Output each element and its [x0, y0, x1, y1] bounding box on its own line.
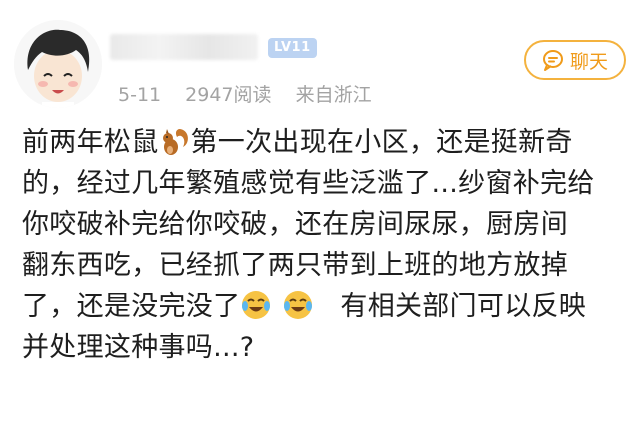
avatar[interactable]	[14, 20, 102, 108]
chat-label: 聊天	[569, 50, 608, 73]
content-text: 前两年松鼠	[22, 127, 159, 158]
content-line: 了，还是没完没了 有相关部门可以反映	[22, 286, 634, 327]
post-content: 前两年松鼠 第一次出现在小区，还是挺新奇 的，经过几年繁殖感觉有些泛滥了...纱…	[22, 122, 634, 368]
weibo-post: LV11 5-11 2947阅读 来自浙江 聊天 前两年松鼠 第一次出现在小区，…	[0, 0, 642, 423]
squirrel-emoji	[162, 129, 188, 155]
content-line: 你咬破补完给你咬破，还在房间尿尿，厨房间	[22, 209, 568, 240]
level-badge: LV11	[268, 38, 317, 58]
username-redacted[interactable]	[110, 34, 258, 60]
content-text: 第一次出现在小区，还是挺新奇	[190, 127, 573, 158]
post-meta: 5-11 2947阅读 来自浙江	[118, 80, 390, 107]
post-date: 5-11	[118, 84, 162, 106]
content-line: 的，经过几年繁殖感觉有些泛滥了...纱窗补完给	[22, 168, 595, 199]
content-line: 并处理这种事吗...?	[22, 332, 255, 363]
chat-bubble-icon	[542, 50, 563, 71]
content-text: 有相关部门可以反映	[340, 291, 587, 322]
content-line: 翻东西吃，已经抓了两只带到上班的地方放掉	[22, 250, 568, 281]
chat-button[interactable]: 聊天	[524, 40, 626, 80]
content-line: 前两年松鼠 第一次出现在小区，还是挺新奇	[22, 122, 634, 163]
post-location: 来自浙江	[295, 84, 372, 106]
read-count: 2947阅读	[185, 84, 272, 106]
content-text: 了，还是没完没了	[22, 291, 241, 322]
crying-laughing-emoji	[242, 291, 271, 319]
crying-laughing-emoji	[284, 291, 313, 319]
